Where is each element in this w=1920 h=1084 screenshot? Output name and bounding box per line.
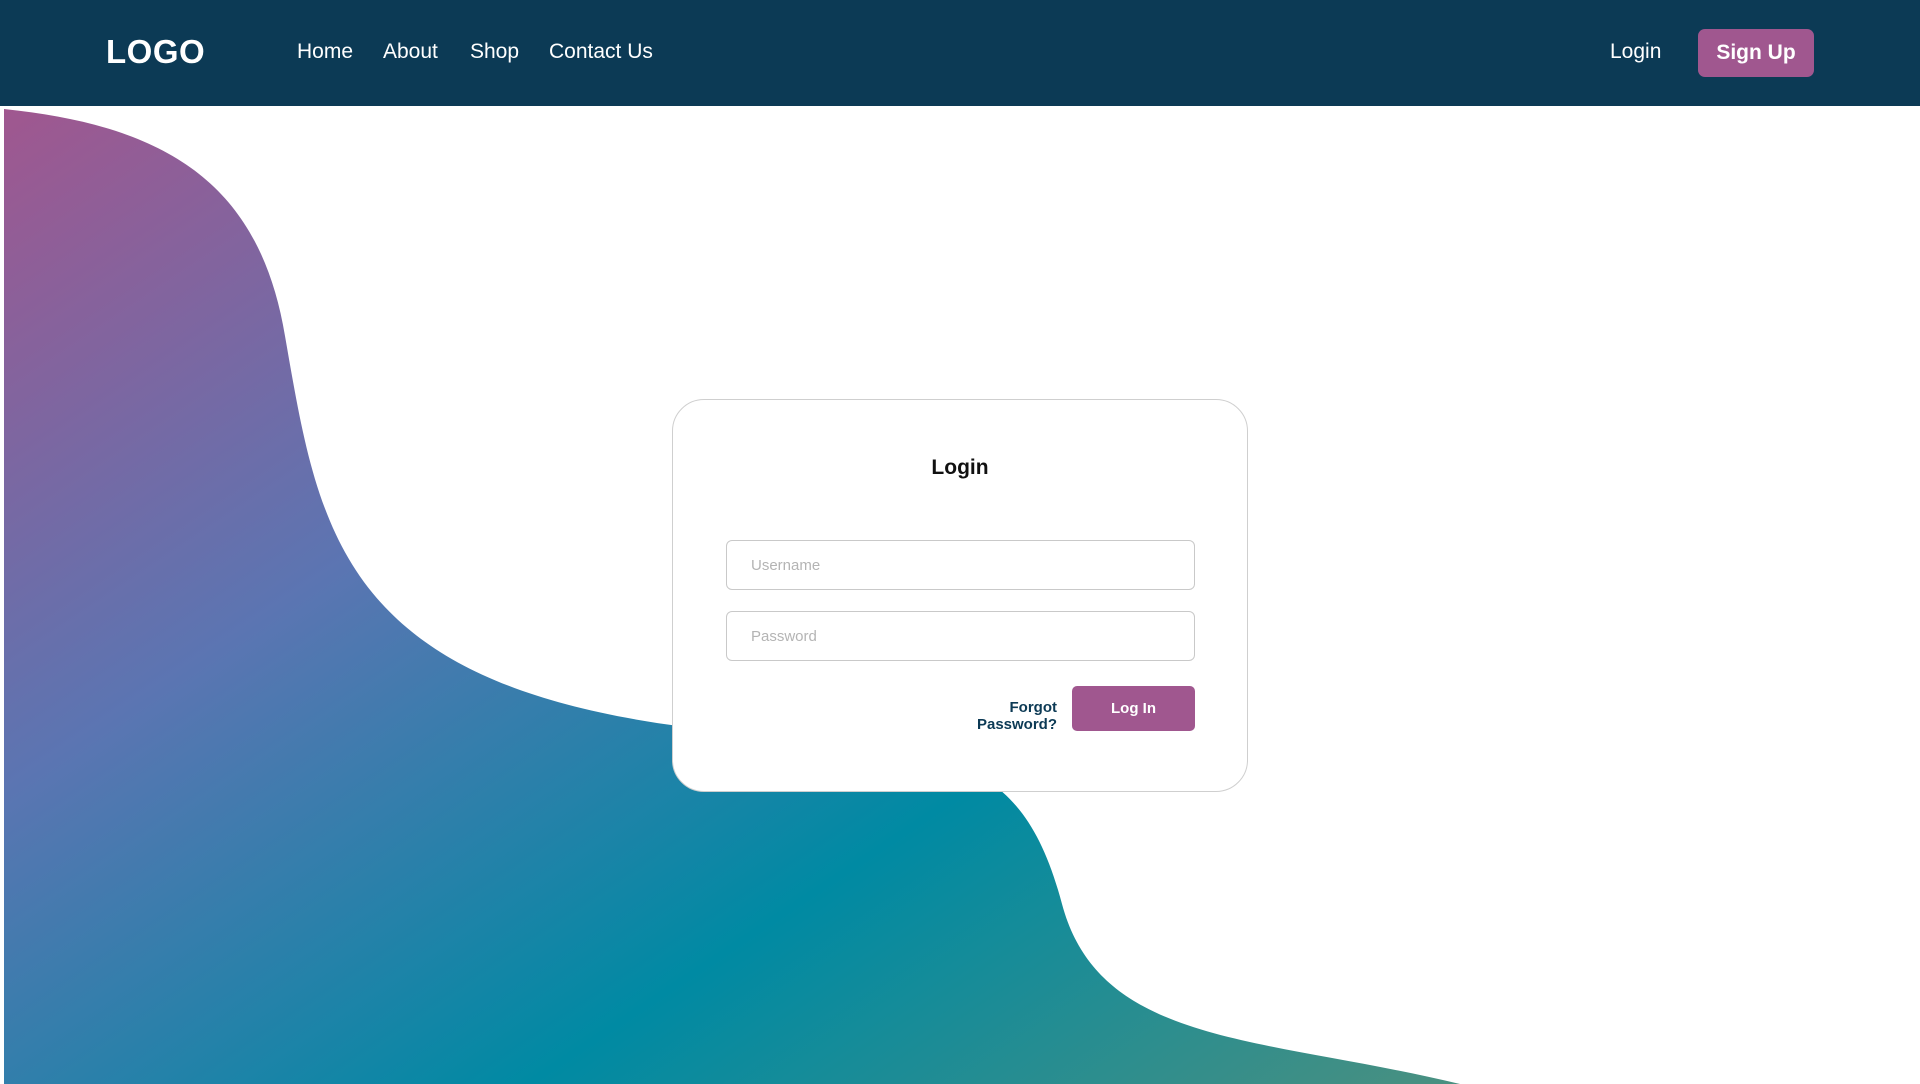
top-navbar: LOGO Home About Shop Contact Us Login Si…	[0, 0, 1920, 106]
password-input[interactable]	[726, 611, 1195, 661]
login-card: Login Forgot Password? Log In	[672, 399, 1248, 792]
nav-home[interactable]: Home	[297, 40, 353, 64]
logo[interactable]: LOGO	[106, 33, 205, 71]
sign-up-button[interactable]: Sign Up	[1698, 29, 1814, 77]
log-in-button[interactable]: Log In	[1072, 686, 1195, 731]
username-input[interactable]	[726, 540, 1195, 590]
nav-about[interactable]: About	[383, 40, 438, 64]
header-login-link[interactable]: Login	[1610, 40, 1661, 64]
nav-contact-us[interactable]: Contact Us	[549, 40, 653, 64]
login-title: Login	[931, 456, 989, 479]
forgot-password-link[interactable]: Forgot Password?	[927, 699, 1057, 733]
nav-shop[interactable]: Shop	[470, 40, 519, 64]
